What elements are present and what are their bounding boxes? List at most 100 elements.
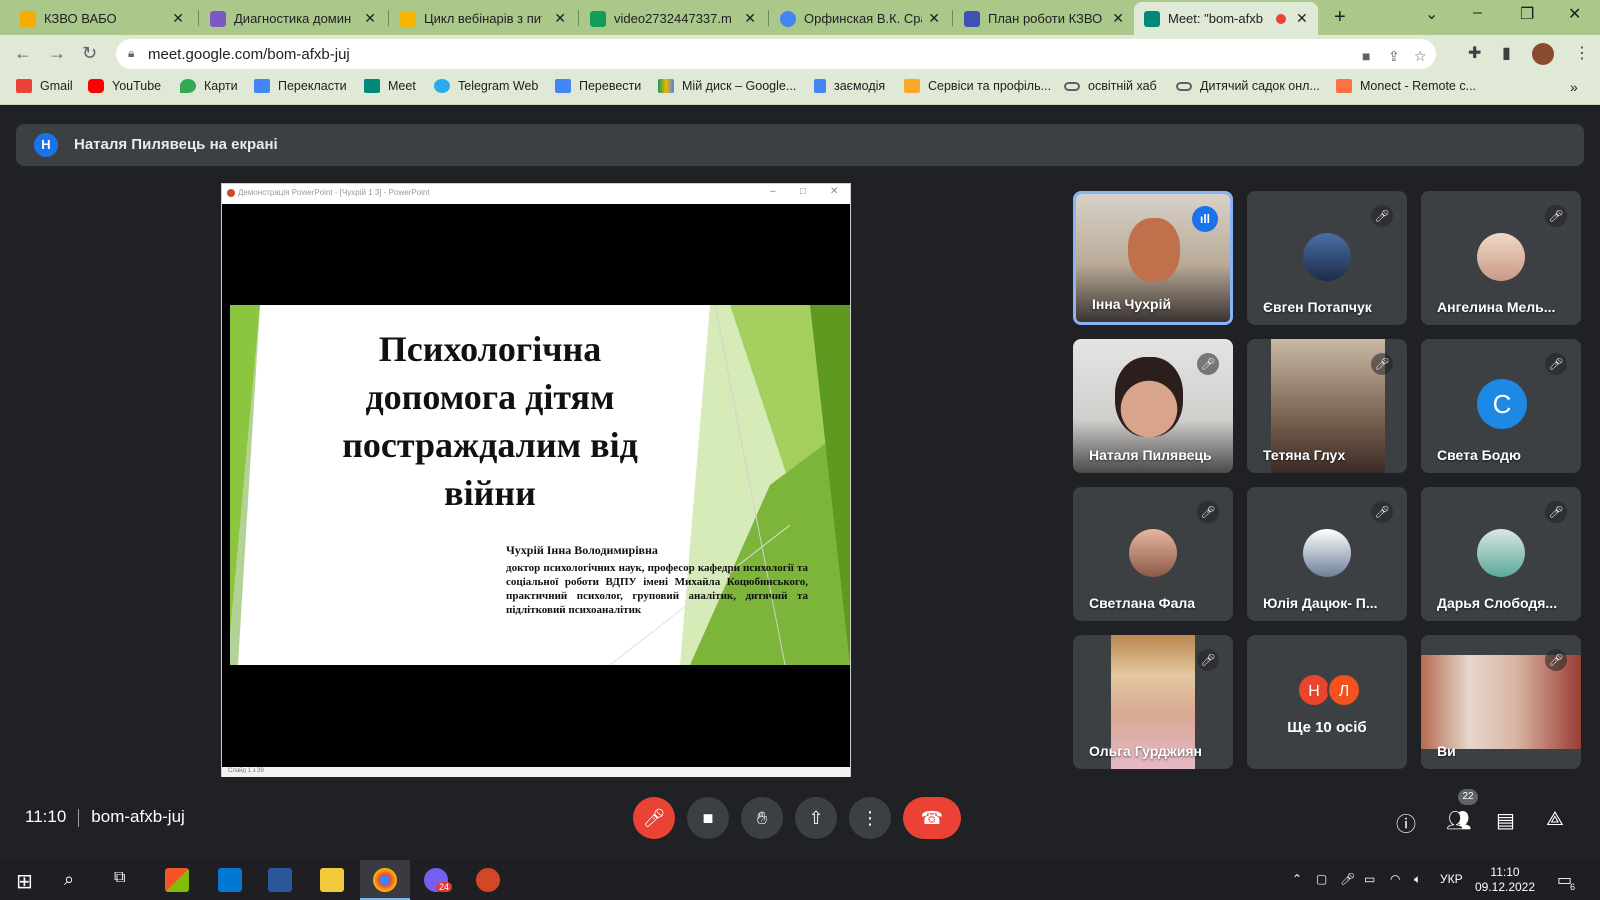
participant-tile[interactable]: 🎤︎ Наталя Пилявець	[1073, 339, 1233, 473]
present-screen-button[interactable]: ⇧	[795, 797, 837, 839]
search-icon[interactable]: ⌕	[64, 869, 74, 890]
camera-icon[interactable]: ■	[1362, 48, 1370, 64]
tab-meet[interactable]: Meet: "bom-afxb ✕	[1134, 2, 1318, 35]
tray-chevron-icon[interactable]: ⌃	[1292, 872, 1302, 886]
bookmark-gmail[interactable]: Gmail	[16, 79, 73, 93]
bookmark-edu-hub[interactable]: освітній хаб	[1064, 79, 1157, 93]
raise-hand-button[interactable]: ✋︎	[741, 797, 783, 839]
mic-toggle-button[interactable]: 🎤︎	[633, 797, 675, 839]
bookmark-perevesty[interactable]: Перевести	[555, 79, 641, 93]
bookmarks-overflow-icon[interactable]: »	[1570, 79, 1578, 95]
participant-tile[interactable]: ıll Інна Чухрій	[1073, 191, 1233, 325]
bookmark-maps[interactable]: Карти	[180, 79, 238, 93]
share-icon[interactable]: ⇪	[1388, 48, 1400, 65]
bookmark-vzaemodia[interactable]: заємодія	[814, 79, 885, 93]
meeting-details-info-icon[interactable]: ⓘ	[1396, 808, 1416, 837]
system-clock[interactable]: 11:10 09.12.2022	[1464, 865, 1546, 895]
participant-initial-avatar: Л	[1327, 673, 1361, 707]
bookmark-telegram[interactable]: Telegram Web	[434, 79, 538, 93]
bookmark-translate[interactable]: Перекласти	[254, 79, 347, 93]
participant-tile[interactable]: 🎤︎ Дарья Слободя...	[1421, 487, 1581, 621]
more-participants-tile[interactable]: Н Л Ще 10 осіб	[1247, 635, 1407, 769]
bookmark-youtube[interactable]: YouTube	[88, 79, 161, 93]
participant-tile[interactable]: 🎤︎ Светлана Фала	[1073, 487, 1233, 621]
extensions-puzzle-icon[interactable]: ✚	[1468, 43, 1481, 63]
participant-tile[interactable]: 🎤︎ Тетяна Глух	[1247, 339, 1407, 473]
microphone-icon[interactable]: 🎤︎	[1340, 872, 1355, 886]
participant-tile[interactable]: 🎤︎ Ольга Гурджиян	[1073, 635, 1233, 769]
file-explorer-icon[interactable]	[320, 868, 344, 892]
participant-avatar	[1303, 233, 1351, 281]
url-omnibox[interactable]: 🔒︎ meet.google.com/bom-afxb-juj ■ ⇪ ☆	[116, 39, 1436, 69]
bookmark-monect[interactable]: Monect - Remote c...	[1336, 79, 1476, 93]
microsoft-store-icon[interactable]	[165, 868, 189, 892]
participant-tile[interactable]: 🎤︎ Юлія Дацюк- П...	[1247, 487, 1407, 621]
participant-initial-avatar: Н	[1297, 673, 1331, 707]
volume-icon[interactable]: 🔈︎	[1414, 872, 1421, 887]
powerpoint-title-bar: Демонстрація PowerPoint - [Чухрій 1 3] -…	[222, 184, 850, 204]
reload-icon[interactable]: ↻	[82, 43, 97, 64]
activities-icon[interactable]: ⟁	[1546, 808, 1564, 831]
bookmark-kindergarten[interactable]: Дитячий садок онл...	[1176, 79, 1320, 93]
window-close-icon[interactable]: ✕	[1568, 4, 1581, 24]
powerpoint-icon[interactable]	[476, 868, 500, 892]
close-icon[interactable]: ✕	[928, 10, 940, 27]
close-icon[interactable]: ✕	[1112, 10, 1124, 27]
profile-avatar[interactable]	[1532, 43, 1554, 65]
tab-orfinska[interactable]: Орфинская В.К. Срав ✕	[770, 2, 950, 35]
close-icon[interactable]: ✕	[364, 10, 376, 27]
bookmark-services[interactable]: Сервіси та профіль...	[904, 79, 1051, 93]
leave-call-button[interactable]: ☎︎	[903, 797, 961, 839]
hand-icon: ✋︎	[756, 808, 768, 828]
participant-avatar	[1129, 529, 1177, 577]
bookmark-meet[interactable]: Meet	[364, 79, 416, 93]
participant-tile[interactable]: С 🎤︎ Света Бодю	[1421, 339, 1581, 473]
participant-tile[interactable]: 🎤︎ Ангелина Мель...	[1421, 191, 1581, 325]
powerpoint-status-bar: Слайд 1 з 39	[222, 767, 850, 777]
translate-icon	[254, 79, 270, 93]
new-tab-plus-icon[interactable]: +	[1334, 6, 1346, 29]
self-view-tile[interactable]: 🎤︎ Ви	[1421, 635, 1581, 769]
chrome-icon[interactable]	[373, 868, 397, 892]
more-options-button[interactable]: ⋮	[849, 797, 891, 839]
slide-title: Психологічна допомога дітям постраждалим…	[342, 329, 638, 513]
url-text[interactable]: meet.google.com/bom-afxb-juj	[148, 46, 350, 63]
battery-icon[interactable]: ▭	[1364, 872, 1375, 886]
forward-arrow-icon[interactable]: →	[48, 43, 66, 64]
slides-favicon-icon	[400, 10, 416, 27]
mic-muted-icon: 🎤︎	[1545, 649, 1567, 671]
close-icon[interactable]: ✕	[1296, 10, 1308, 27]
meet-tray-icon[interactable]: ▢	[1316, 872, 1327, 886]
bookmark-drive[interactable]: Мій диск – Google...	[658, 79, 796, 93]
people-icon[interactable]: 👥︎	[1446, 808, 1471, 833]
slide-description: доктор психологічних наук, професор кафе…	[506, 562, 808, 616]
notification-count: 6	[1570, 882, 1576, 892]
close-icon[interactable]: ✕	[172, 10, 184, 27]
close-icon[interactable]: ✕	[554, 10, 566, 27]
tab-kzvo-vabo[interactable]: КЗВО ВАБО ✕	[10, 2, 194, 35]
close-icon[interactable]: ✕	[744, 10, 756, 27]
participant-avatar	[1303, 529, 1351, 577]
wifi-icon[interactable]: ◠	[1390, 872, 1400, 886]
mail-icon[interactable]	[218, 868, 242, 892]
task-view-icon[interactable]: ⧉	[114, 869, 125, 887]
tab-plan[interactable]: План роботи КЗВО " ✕	[954, 2, 1134, 35]
tab-webinar-cycle[interactable]: Цикл вебінарів з пит ✕	[390, 2, 576, 35]
participant-avatar	[1477, 529, 1525, 577]
windows-start-icon[interactable]: ⊞	[16, 869, 33, 894]
tab-search-chevron-icon[interactable]: ⌄	[1425, 4, 1438, 24]
back-arrow-icon[interactable]: ←	[14, 43, 32, 64]
kebab-menu-icon[interactable]: ⋮	[1574, 43, 1590, 63]
word-icon[interactable]	[268, 868, 292, 892]
participant-tile[interactable]: 🎤︎ Євген Потапчук	[1247, 191, 1407, 325]
bookmark-star-icon[interactable]: ☆	[1414, 48, 1427, 65]
input-language[interactable]: УКР	[1440, 872, 1463, 886]
camera-toggle-button[interactable]: ■	[687, 797, 729, 839]
participant-initial-avatar: С	[1477, 379, 1527, 429]
tab-video[interactable]: video2732447337.mp ✕	[580, 2, 766, 35]
minimize-icon[interactable]: –	[1473, 4, 1482, 22]
tab-diagnostics[interactable]: Диагностика доминир ✕	[200, 2, 386, 35]
chat-icon[interactable]: ▤	[1496, 808, 1515, 833]
side-panel-icon[interactable]: ▮	[1502, 43, 1511, 63]
maximize-icon[interactable]: ❐	[1520, 4, 1534, 24]
